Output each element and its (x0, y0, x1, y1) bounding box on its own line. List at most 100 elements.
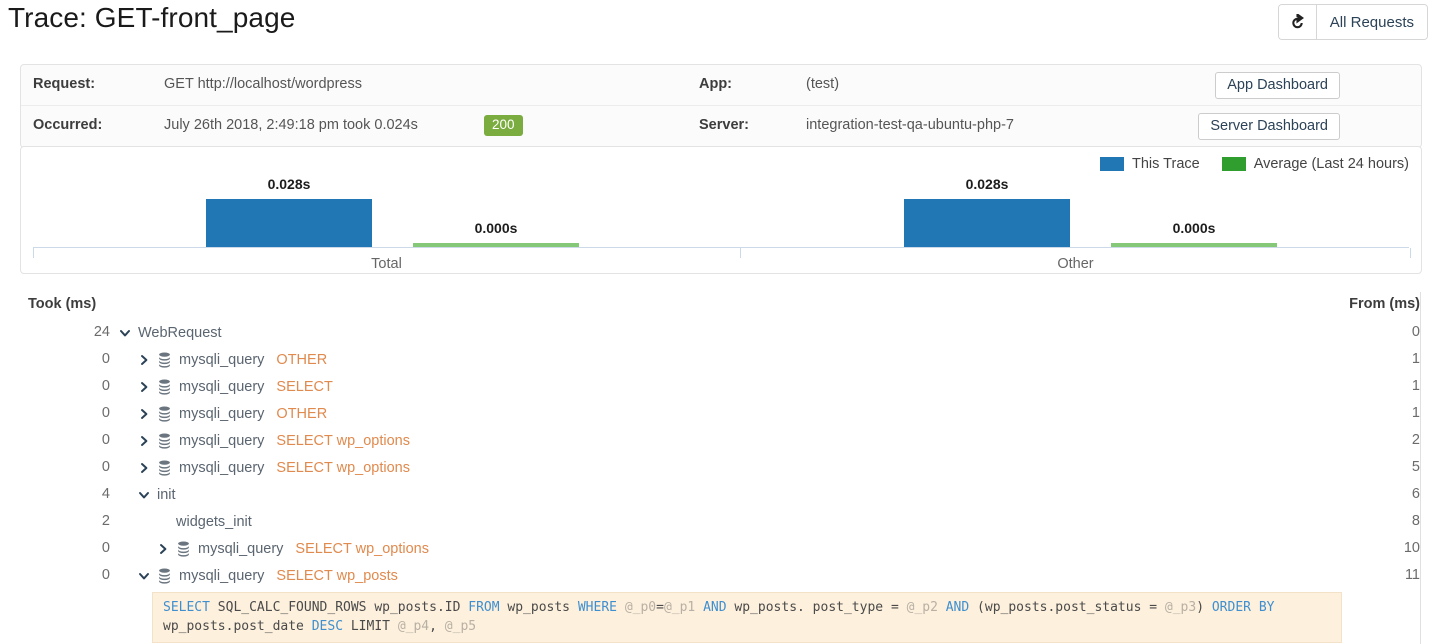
row-from-value: 0 (1411, 324, 1420, 340)
app-dashboard-button[interactable]: App Dashboard (1215, 72, 1340, 99)
row-node-operation: SELECT wp_options (276, 460, 410, 476)
info-row-request: Request: GET http://localhost/wordpress … (21, 65, 1421, 106)
app-label: App: (699, 76, 733, 92)
chart-legend: This Trace Average (Last 24 hours) (1100, 156, 1409, 172)
sql-keyword: WHERE (577, 600, 617, 615)
row-took-value: 0 (101, 432, 110, 448)
sql-text: wp_posts. post_type = (726, 600, 907, 615)
legend-swatch-icon (1100, 157, 1125, 171)
chevron-right-icon[interactable] (156, 542, 169, 556)
sql-detail-block: SELECT SQL_CALC_FOUND_ROWS wp_posts.ID F… (152, 592, 1342, 643)
row-node: mysqli_query SELECT wp_posts (137, 566, 398, 586)
sql-keyword: FROM (468, 600, 500, 615)
sql-text: SQL_CALC_FOUND_ROWS wp_posts.ID (209, 600, 469, 615)
sql-keyword: ORDER BY (1211, 600, 1275, 615)
chart-bar-average[interactable] (413, 243, 579, 247)
chevron-right-icon[interactable] (137, 434, 150, 448)
row-node-name: widgets_init (176, 514, 252, 530)
sql-parameter: @_p1 (663, 600, 696, 615)
row-node: WebRequest (118, 323, 222, 343)
legend-item-0: This Trace (1100, 156, 1200, 172)
row-node: init (137, 485, 176, 505)
row-took-value: 0 (101, 351, 110, 367)
table-row[interactable]: 2 widgets_init 8 (0, 509, 1442, 536)
all-requests-button[interactable]: All Requests (1316, 5, 1427, 39)
row-from-value: 6 (1411, 486, 1420, 502)
row-from-value: 11 (1404, 567, 1420, 583)
chart-category-label: Total (371, 256, 402, 272)
table-row[interactable]: 0 mysqli_query SELECT wp_options 5 (0, 455, 1442, 482)
table-row[interactable]: 0 mysqli_query SELECT wp_posts 11 (0, 563, 1442, 590)
row-took-value: 0 (101, 459, 110, 475)
row-node-name: mysqli_query (179, 406, 265, 422)
info-row-occurred: Occurred: July 26th 2018, 2:49:18 pm too… (21, 106, 1421, 147)
sql-parameter: @_p2 (906, 600, 938, 615)
row-from-value: 2 (1411, 432, 1420, 448)
row-took-value: 0 (101, 540, 110, 556)
row-node-operation: SELECT wp_options (276, 433, 410, 449)
chart-bar-this-trace[interactable] (206, 199, 372, 247)
chevron-down-icon[interactable] (137, 569, 150, 583)
chart-bar-average[interactable] (1111, 243, 1277, 247)
table-row[interactable]: 0 mysqli_query SELECT 1 (0, 374, 1442, 401)
request-label: Request: (33, 76, 96, 92)
table-row[interactable]: 0 mysqli_query OTHER 1 (0, 401, 1442, 428)
chart-bar-label-average: 0.000s (474, 220, 518, 236)
server-label: Server: (699, 117, 749, 133)
share-refresh-icon[interactable] (1278, 5, 1317, 39)
row-took-value: 0 (101, 567, 110, 583)
app-header: Trace: GET-front_page All Requests (0, 0, 1442, 48)
row-node-name: mysqli_query (179, 460, 265, 476)
database-icon (157, 406, 172, 422)
table-row[interactable]: 0 mysqli_query SELECT wp_options 2 (0, 428, 1442, 455)
column-header-took: Took (ms) (28, 296, 97, 312)
sql-keyword: AND (703, 600, 727, 615)
row-node-name: mysqli_query (179, 379, 265, 395)
table-row[interactable]: 24 WebRequest 0 (0, 320, 1442, 347)
chart-category-label: Other (1057, 256, 1094, 272)
sql-text: ) (1196, 600, 1212, 615)
row-from-value: 1 (1411, 351, 1420, 367)
row-node-name: mysqli_query (179, 568, 265, 584)
chevron-right-icon[interactable] (137, 407, 150, 421)
table-row[interactable]: 0 mysqli_query SELECT wp_options 10 (0, 536, 1442, 563)
row-node: mysqli_query SELECT wp_options (137, 458, 410, 478)
chevron-right-icon[interactable] (137, 353, 150, 367)
trace-tree-rows: 24 WebRequest 0 0 mysqli_query OTHER 1 0 mysqli_… (0, 320, 1442, 590)
table-row[interactable]: 0 mysqli_query OTHER 1 (0, 347, 1442, 374)
chevron-right-icon[interactable] (137, 380, 150, 394)
database-icon (157, 352, 172, 368)
tree-right-divider (1420, 292, 1421, 644)
row-node-name: mysqli_query (179, 433, 265, 449)
sql-keyword: SELECT (163, 600, 210, 615)
row-node: mysqli_query SELECT wp_options (137, 431, 410, 451)
row-node-name: mysqli_query (179, 352, 265, 368)
row-node: mysqli_query SELECT wp_options (156, 539, 429, 559)
sql-text: (wp_posts.post_status = (969, 600, 1165, 615)
row-from-value: 8 (1411, 513, 1420, 529)
request-value: GET http://localhost/wordpress (164, 76, 362, 92)
occurred-value: July 26th 2018, 2:49:18 pm took 0.024s (164, 117, 418, 133)
row-from-value: 5 (1411, 459, 1420, 475)
chevron-down-icon[interactable] (137, 488, 150, 502)
sql-parameter: @_p3 (1164, 600, 1197, 615)
sql-keyword: AND (945, 600, 970, 615)
row-from-value: 1 (1411, 405, 1420, 421)
server-dashboard-button[interactable]: Server Dashboard (1198, 113, 1340, 140)
trace-tree-header: Took (ms) From (ms) (0, 292, 1442, 320)
header-actions: All Requests (1277, 4, 1428, 40)
row-node: mysqli_query OTHER (137, 404, 327, 424)
chevron-right-icon[interactable] (137, 461, 150, 475)
sql-text: wp_posts.post_date (163, 619, 312, 634)
sql-parameter: @_p5 (444, 619, 477, 634)
chart-bar-this-trace[interactable] (904, 199, 1070, 247)
row-took-value: 0 (101, 378, 110, 394)
chevron-down-icon[interactable] (118, 326, 131, 340)
row-node-name: mysqli_query (198, 541, 284, 557)
sql-keyword: DESC (311, 619, 344, 634)
table-row[interactable]: 4 init 6 (0, 482, 1442, 509)
database-icon (157, 379, 172, 395)
row-node-operation: SELECT (276, 379, 333, 395)
row-node: mysqli_query OTHER (137, 350, 327, 370)
